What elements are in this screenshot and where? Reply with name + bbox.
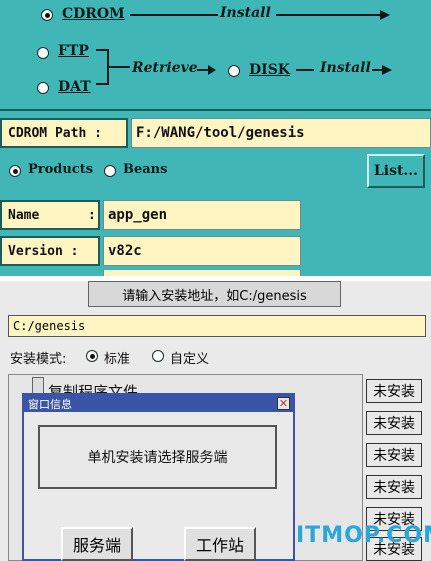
source-dat-label[interactable]: DAT (58, 79, 91, 95)
retrieve-label: Retrieve (132, 60, 198, 76)
name-input[interactable]: app_gen (103, 200, 301, 230)
dialog-message: 单机安装请选择服务端 (87, 450, 228, 466)
installer-panel-bottom: 请输入安装地址，如C:/genesis C:/genesis 安装模式: 标准 … (0, 281, 431, 561)
dialog-title-bar: 窗口信息 (24, 395, 293, 412)
cdrom-path-input[interactable]: F:/WANG/tool/genesis (131, 118, 431, 148)
radio-custom[interactable] (152, 350, 164, 362)
retrieve-arrow-icon (197, 65, 216, 75)
status-badge: 未安装 (366, 443, 422, 467)
source-ftp-label[interactable]: FTP (58, 43, 89, 59)
list-button[interactable]: List... (367, 154, 425, 188)
source-cdrom-label[interactable]: CDROM (62, 6, 125, 22)
version-input[interactable]: v82c (103, 236, 301, 266)
mode-beans-label[interactable]: Beans (123, 162, 167, 177)
retrieve-bracket (96, 49, 130, 85)
radio-products[interactable] (9, 165, 21, 177)
mode-products-label[interactable]: Products (28, 162, 93, 177)
name-label-text: Name (8, 207, 40, 223)
install-path-prompt: 请输入安装地址，如C:/genesis (88, 281, 341, 307)
workstation-button[interactable]: 工作站 (184, 527, 256, 561)
status-badge: 未安装 (366, 475, 422, 499)
dialog-message-box: 单机安装请选择服务端 (38, 425, 277, 489)
name-label-colon: : (88, 207, 96, 223)
target-disk-label[interactable]: DISK (249, 62, 290, 78)
radio-ftp[interactable] (37, 47, 49, 59)
close-icon[interactable]: ✕ (277, 397, 290, 410)
radio-dat[interactable] (37, 82, 49, 94)
version-label: Version : (0, 236, 100, 266)
radio-beans[interactable] (104, 165, 116, 177)
dialog-title: 窗口信息 (28, 397, 72, 411)
next-field-partial (103, 270, 301, 276)
installer-panel-top: CDROM Install FTP DAT Retrieve DISK Inst… (0, 0, 431, 276)
radio-standard[interactable] (86, 350, 98, 362)
install-mode-label: 安装模式: (10, 352, 67, 367)
status-badge: 未安装 (366, 379, 422, 403)
server-button[interactable]: 服务端 (61, 527, 133, 561)
install-label-2: Install (320, 60, 371, 76)
status-badge: 未安装 (366, 411, 422, 435)
install-path-input[interactable]: C:/genesis (8, 315, 426, 337)
mode-standard-label[interactable]: 标准 (104, 348, 130, 367)
mode-custom-label[interactable]: 自定义 (170, 348, 209, 367)
info-dialog: 窗口信息 ✕ 单机安装请选择服务端 服务端 工作站 (22, 393, 295, 561)
cdrom-path-label: CDROM Path : (0, 118, 128, 148)
radio-cdrom[interactable] (41, 9, 53, 21)
watermark: ITMOP.COM (296, 523, 431, 548)
radio-disk[interactable] (228, 65, 240, 77)
name-label: Name : (0, 200, 100, 230)
separator (0, 109, 431, 111)
install-label-1: Install (220, 5, 271, 21)
